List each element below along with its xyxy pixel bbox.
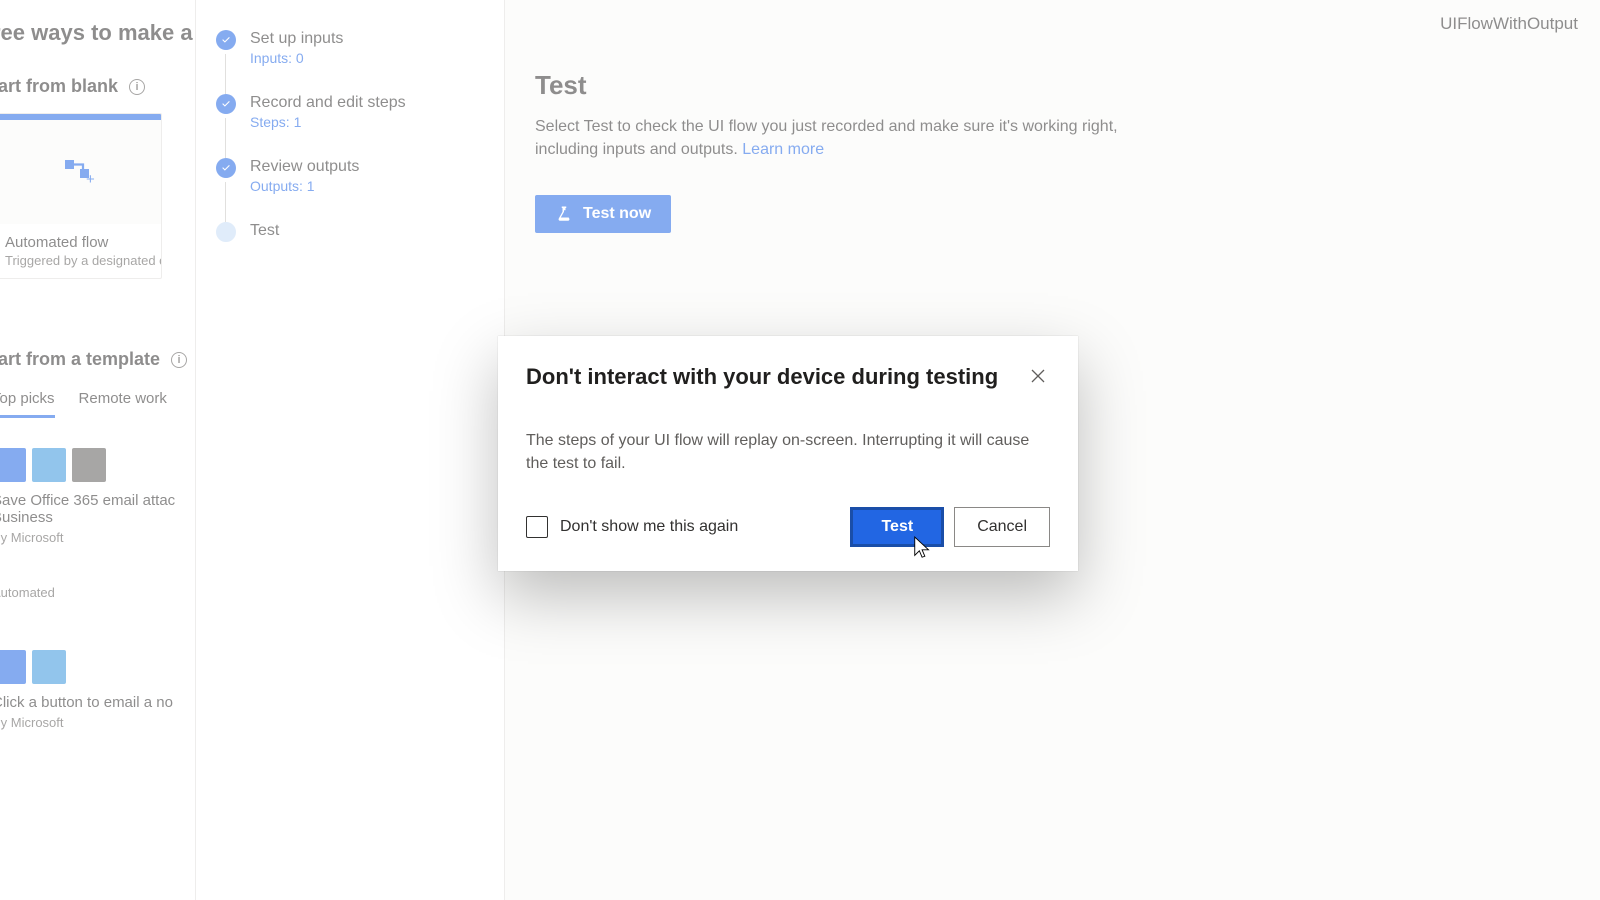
dialog-close-button[interactable] [1026,364,1050,391]
test-button[interactable]: Test [850,507,944,547]
checkbox-icon [526,516,548,538]
cancel-button[interactable]: Cancel [954,507,1050,547]
dialog-title: Don't interact with your device during t… [526,364,998,390]
dont-show-again-checkbox[interactable]: Don't show me this again [526,516,850,538]
checkbox-label: Don't show me this again [560,518,738,536]
close-icon [1030,368,1046,384]
dialog-body: The steps of your UI flow will replay on… [526,429,1050,475]
test-warning-dialog: Don't interact with your device during t… [498,336,1078,571]
